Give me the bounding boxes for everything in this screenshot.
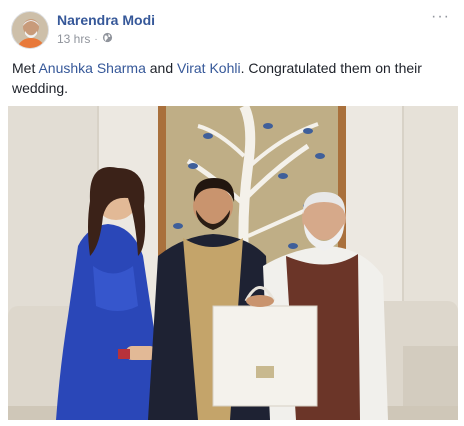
- mention-anushka-sharma[interactable]: Anushka Sharma: [38, 60, 145, 76]
- author-name[interactable]: Narendra Modi: [57, 12, 155, 28]
- post-meta: 13 hrs ·: [57, 32, 113, 46]
- more-options-icon[interactable]: ···: [431, 8, 450, 26]
- globe-icon: [102, 32, 113, 46]
- mention-virat-kohli[interactable]: Virat Kohli: [177, 60, 241, 76]
- meta-separator: ·: [94, 33, 98, 45]
- post-timestamp[interactable]: 13 hrs: [57, 32, 90, 46]
- photo-illustration: [8, 106, 458, 420]
- post-photo[interactable]: [8, 106, 458, 420]
- post-text-middle: and: [145, 60, 178, 76]
- author-avatar[interactable]: [11, 11, 49, 49]
- post-text-before: Met: [12, 60, 39, 76]
- facebook-post: Narendra Modi 13 hrs · ··· Met Anushka S…: [0, 0, 464, 426]
- post-text: Met Anushka Sharma and Virat Kohli. Cong…: [12, 58, 442, 98]
- avatar-image: [12, 12, 48, 48]
